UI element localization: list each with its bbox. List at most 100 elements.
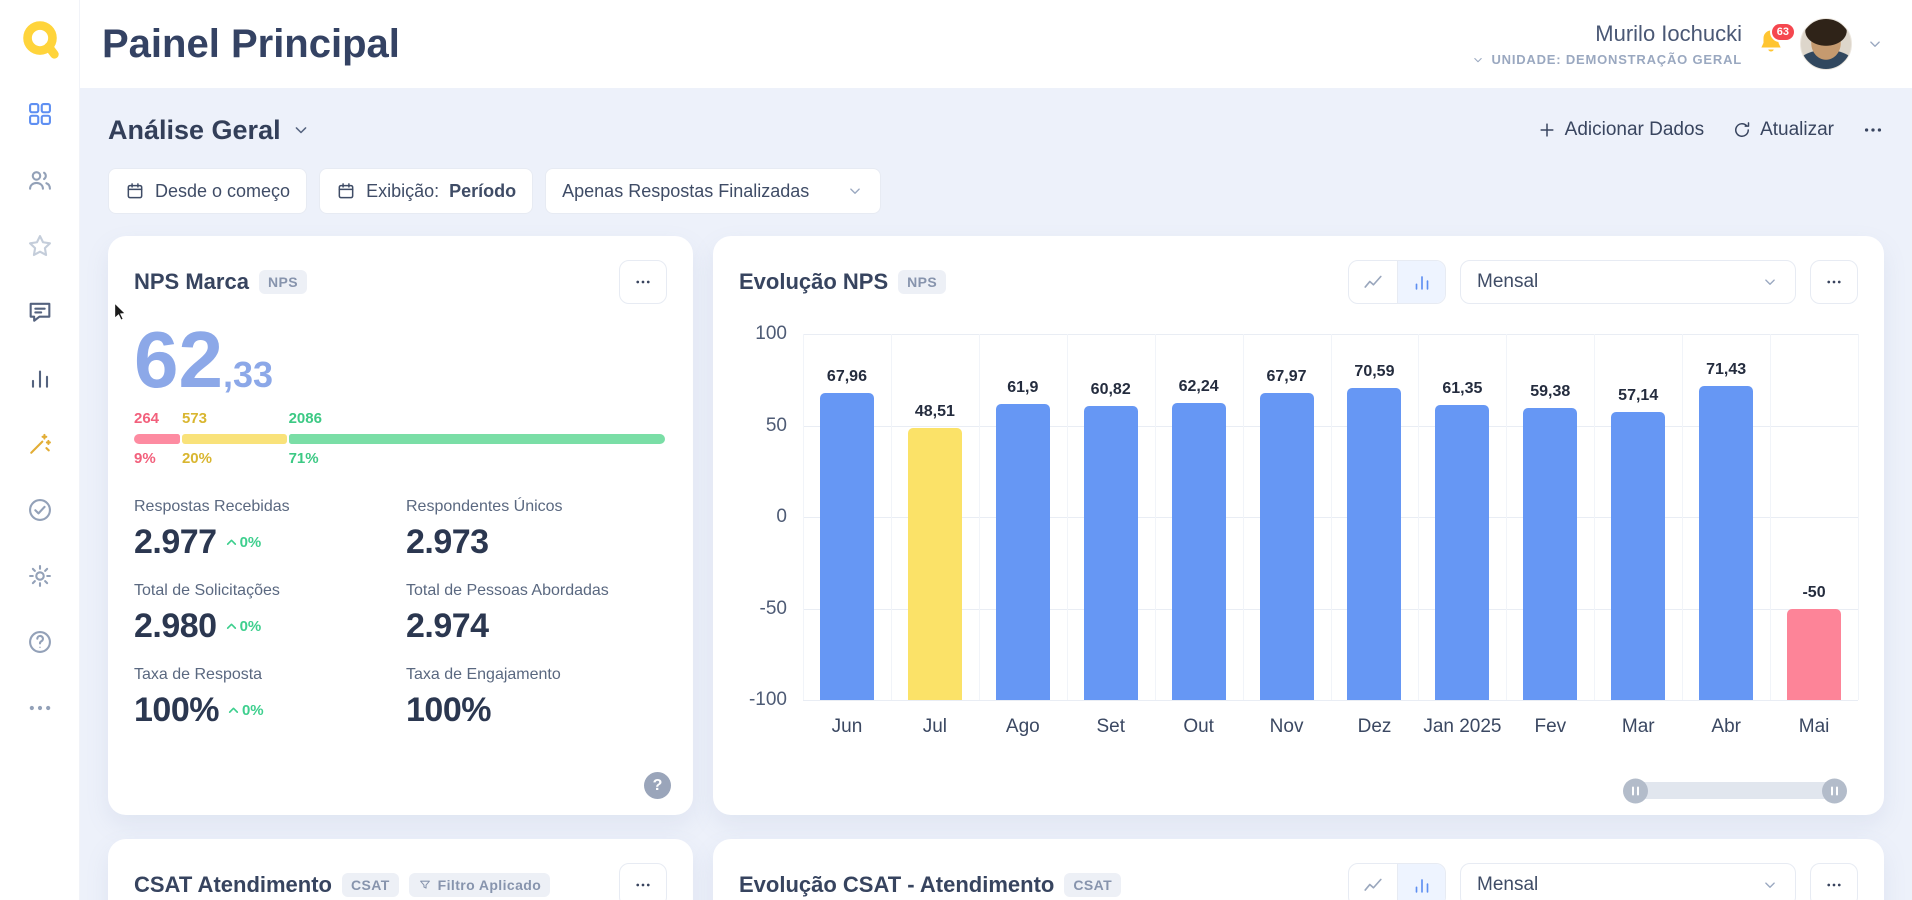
- bar-Jun[interactable]: [820, 393, 874, 700]
- add-data-button[interactable]: Adicionar Dados: [1537, 119, 1704, 141]
- add-data-label: Adicionar Dados: [1565, 119, 1704, 141]
- x-axis-label: Jan 2025: [1418, 716, 1506, 738]
- display-mode-value: Período: [449, 181, 516, 202]
- user-area: Murilo Iochucki UNIDADE: DEMONSTRAÇÃO GE…: [1471, 18, 1884, 70]
- cards-row-2: CSAT Atendimento CSAT Filtro Aplicado E: [108, 839, 1884, 900]
- bar-Abr[interactable]: [1699, 386, 1753, 700]
- plus-icon: [1537, 120, 1557, 140]
- notifications-button[interactable]: 63: [1756, 27, 1786, 62]
- card-more-button[interactable]: [619, 863, 667, 900]
- y-axis-tick: -50: [760, 598, 787, 620]
- refresh-button[interactable]: Atualizar: [1732, 119, 1834, 141]
- metric-delta: 0%: [225, 535, 262, 550]
- gridline-v: [803, 334, 804, 700]
- date-range-filter[interactable]: Desde o começo: [108, 168, 307, 214]
- period-select-value: Mensal: [1477, 874, 1538, 896]
- sidebar-item-help[interactable]: [26, 628, 54, 656]
- distribution-counts: 2645732086: [134, 410, 667, 430]
- check-icon: [26, 496, 54, 524]
- gridline-v: [1155, 334, 1156, 700]
- sidebar-item-tasks[interactable]: [26, 496, 54, 524]
- display-mode-filter[interactable]: Exibição: Período: [319, 168, 533, 214]
- bar-Mar[interactable]: [1611, 412, 1665, 700]
- section-selector[interactable]: Análise Geral: [108, 115, 311, 146]
- line-chart-toggle[interactable]: [1349, 261, 1397, 303]
- responses-filter-select[interactable]: Apenas Respostas Finalizadas: [545, 168, 881, 214]
- sidebar-item-favorites[interactable]: [26, 232, 54, 260]
- bar-value-label: 61,35: [1442, 380, 1482, 398]
- metric-label: Total de Pessoas Abordadas: [406, 582, 667, 600]
- period-select-value: Mensal: [1477, 271, 1538, 293]
- line-chart-toggle[interactable]: [1349, 864, 1397, 900]
- bar-Ago[interactable]: [996, 404, 1050, 700]
- card-more-button[interactable]: [1810, 260, 1858, 304]
- gridline-v: [1243, 334, 1244, 700]
- metric-value: 2.973: [406, 523, 489, 562]
- metric-type-badge: NPS: [898, 270, 946, 294]
- card-more-button[interactable]: [619, 260, 667, 304]
- scrollbar-right-handle[interactable]: [1822, 778, 1847, 803]
- csat-evolution-card: Evolução CSAT - Atendimento CSAT: [713, 839, 1884, 900]
- gear-icon: [26, 562, 54, 590]
- bar-Fev[interactable]: [1523, 408, 1577, 700]
- bar-Out[interactable]: [1172, 403, 1226, 700]
- bar-value-label: 71,43: [1706, 361, 1746, 379]
- sidebar-item-reports[interactable]: [26, 364, 54, 392]
- section-actions: Adicionar Dados Atualizar: [1537, 119, 1884, 141]
- sidebar-item-dashboard[interactable]: [26, 100, 54, 128]
- bar-chart-toggle[interactable]: [1397, 864, 1445, 900]
- metric-value: 2.974: [406, 607, 489, 646]
- calendar-icon: [336, 181, 356, 201]
- gridline-v: [1506, 334, 1507, 700]
- plot-area: 67,9648,5161,960,8262,2467,9770,5961,355…: [803, 334, 1858, 700]
- card-help-button[interactable]: ?: [644, 772, 671, 799]
- x-axis-label: Jul: [891, 716, 979, 738]
- dashboard-content: Análise Geral Adicionar Dados Atualizar: [80, 88, 1912, 900]
- metric-value: 2.977: [134, 523, 217, 562]
- card-more-button[interactable]: [1810, 863, 1858, 900]
- bar-Jul[interactable]: [908, 428, 962, 700]
- line-chart-icon: [1362, 271, 1384, 293]
- filter-applied-badge[interactable]: Filtro Aplicado: [409, 873, 550, 897]
- bar-chart-toggle[interactable]: [1397, 261, 1445, 303]
- bar-Set[interactable]: [1084, 406, 1138, 700]
- period-select[interactable]: Mensal: [1460, 260, 1796, 304]
- x-axis: JunJulAgoSetOutNovDezJan 2025FevMarAbrMa…: [803, 716, 1858, 738]
- filter-applied-label: Filtro Aplicado: [438, 877, 541, 893]
- filter-bar: Desde o começo Exibição: Período Apenas …: [108, 168, 1884, 214]
- sidebar-item-responses[interactable]: [26, 298, 54, 326]
- scrollbar-left-handle[interactable]: [1623, 778, 1648, 803]
- sidebar-item-more[interactable]: [26, 694, 54, 722]
- gridline-h: [803, 700, 1858, 701]
- period-select[interactable]: Mensal: [1460, 863, 1796, 900]
- refresh-label: Atualizar: [1760, 119, 1834, 141]
- bar-Jan 2025[interactable]: [1435, 405, 1489, 700]
- topbar: Painel Principal Murilo Iochucki UNIDADE…: [80, 0, 1912, 88]
- bar-Mai[interactable]: [1787, 609, 1841, 701]
- bar-value-label: 59,38: [1530, 383, 1570, 401]
- user-menu-chevron-icon[interactable]: [1866, 35, 1884, 53]
- avatar[interactable]: [1800, 18, 1852, 70]
- card-title: NPS Marca: [134, 269, 249, 295]
- funnel-icon: [418, 878, 432, 892]
- chart-scrollbar[interactable]: [1626, 782, 1844, 799]
- section-more-button[interactable]: [1862, 119, 1884, 141]
- unit-selector[interactable]: UNIDADE: DEMONSTRAÇÃO GERAL: [1471, 52, 1742, 67]
- bar-value-label: 48,51: [915, 403, 955, 421]
- bar-value-label: 61,9: [1007, 379, 1038, 397]
- line-chart-icon: [1362, 874, 1384, 896]
- star-icon: [26, 232, 54, 260]
- nps-distribution: 2645732086 9%20%71%: [134, 410, 667, 470]
- sidebar-item-settings[interactable]: [26, 562, 54, 590]
- segment-pct-passives: 20%: [182, 450, 212, 467]
- bar-Dez[interactable]: [1347, 388, 1401, 700]
- nps-brand-card: NPS Marca NPS 62,33 2645732086 9%20%71%: [108, 236, 693, 815]
- sidebar-item-contacts[interactable]: [26, 166, 54, 194]
- app-logo[interactable]: [17, 16, 63, 62]
- sidebar-item-automation[interactable]: [26, 430, 54, 458]
- segment-count-detractors: 264: [134, 410, 159, 427]
- bar-value-label: 67,97: [1267, 368, 1307, 386]
- x-axis-label: Jun: [803, 716, 891, 738]
- bar-value-label: 57,14: [1618, 387, 1658, 405]
- bar-Nov[interactable]: [1260, 393, 1314, 700]
